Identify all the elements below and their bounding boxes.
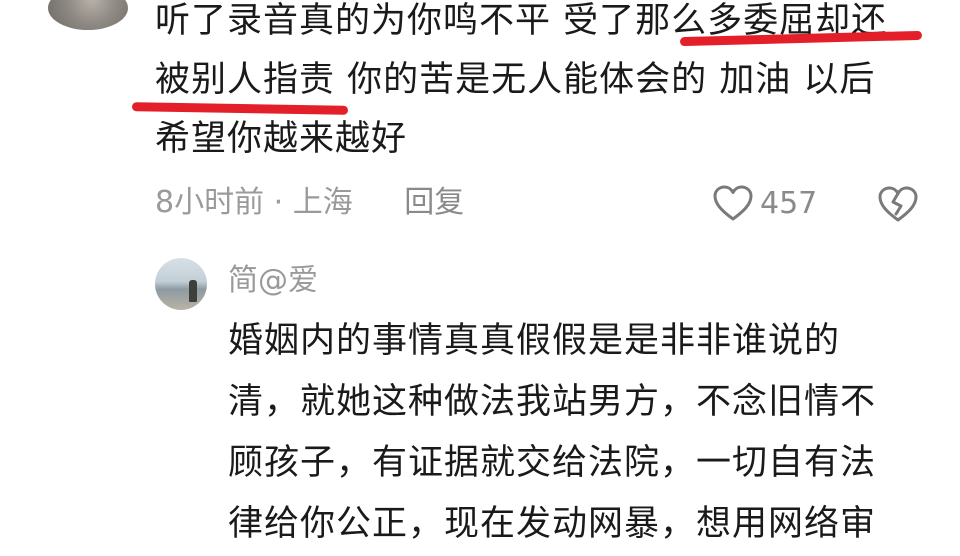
comment-line: 听了录音真的为你鸣不平 受了那么多委屈却还: [155, 1, 888, 41]
reply-line: 清，就她这种做法我站男方，不念旧情不: [228, 382, 877, 422]
comment-body: 听了录音真的为你鸣不平 受了那么多委屈却还 被别人指责 你的苦是无人能体会的 加…: [155, 0, 935, 169]
like-button[interactable]: 457: [712, 182, 817, 224]
comment-time: 8小时前: [155, 185, 265, 220]
broken-heart-icon[interactable]: [877, 184, 919, 224]
heart-outline-icon: [713, 185, 753, 221]
comment-line: 被别人指责 你的苦是无人能体会的 加油 以后: [155, 60, 876, 100]
comment-line: 希望你越来越好: [155, 119, 408, 159]
reply-author[interactable]: 简@爱: [228, 260, 318, 302]
comment-meta: 8小时前 · 上海 回复: [155, 182, 464, 224]
like-count: 457: [760, 185, 818, 221]
reply-line: 顾孩子，有证据就交给法院，一切自有法: [228, 443, 877, 483]
meta-separator: ·: [273, 185, 284, 220]
reply-line: 律给你公正，现在发动网暴，想用网络审: [228, 504, 877, 544]
reply-body: 婚姻内的事情真真假假是是非非谁说的 清，就她这种做法我站男方，不念旧情不 顾孩子…: [228, 311, 948, 555]
comment-location: 上海: [292, 185, 353, 220]
reply-line: 婚姻内的事情真真假假是是非非谁说的: [228, 321, 841, 361]
avatar-figure: [189, 280, 197, 302]
reply-avatar[interactable]: [155, 258, 207, 310]
reply-button[interactable]: 回复: [404, 185, 464, 220]
commenter-avatar[interactable]: [48, 0, 128, 30]
